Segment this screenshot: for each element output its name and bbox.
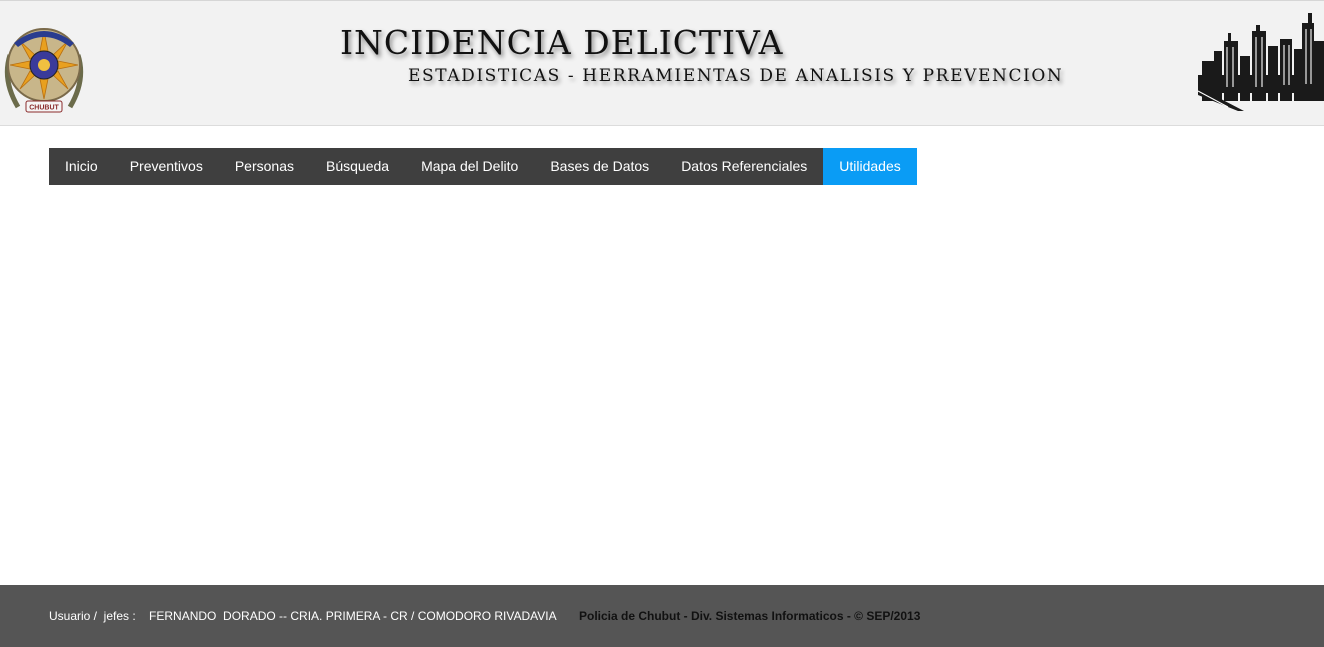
page-subtitle: ESTADISTICAS - HERRAMIENTAS DE ANALISIS … — [408, 66, 1064, 86]
nav-item-utilidades[interactable]: Utilidades — [823, 148, 917, 185]
nav-item-bases-de-datos[interactable]: Bases de Datos — [534, 148, 665, 185]
footer-user-info: Usuario / jefes : FERNANDO DORADO -- CRI… — [49, 609, 557, 623]
main-nav: Inicio Preventivos Personas Búsqueda Map… — [49, 148, 917, 185]
nav-item-personas[interactable]: Personas — [219, 148, 310, 185]
city-skyline-icon — [1198, 13, 1324, 111]
nav-item-mapa-del-delito[interactable]: Mapa del Delito — [405, 148, 534, 185]
header: CHUBUT INCIDENCIA DELICTIVA ESTADISTICAS… — [0, 0, 1324, 126]
footer: Usuario / jefes : FERNANDO DORADO -- CRI… — [0, 585, 1324, 647]
page: CHUBUT INCIDENCIA DELICTIVA ESTADISTICAS… — [0, 0, 1324, 647]
nav-item-preventivos[interactable]: Preventivos — [114, 148, 219, 185]
nav-item-datos-referenciales[interactable]: Datos Referenciales — [665, 148, 823, 185]
nav-item-busqueda[interactable]: Búsqueda — [310, 148, 405, 185]
logo-text: CHUBUT — [29, 105, 59, 112]
police-badge-icon: CHUBUT — [4, 28, 84, 113]
footer-copyright: Policia de Chubut - Div. Sistemas Inform… — [579, 609, 921, 623]
page-title: INCIDENCIA DELICTIVA — [340, 23, 784, 62]
nav-item-inicio[interactable]: Inicio — [49, 148, 114, 185]
